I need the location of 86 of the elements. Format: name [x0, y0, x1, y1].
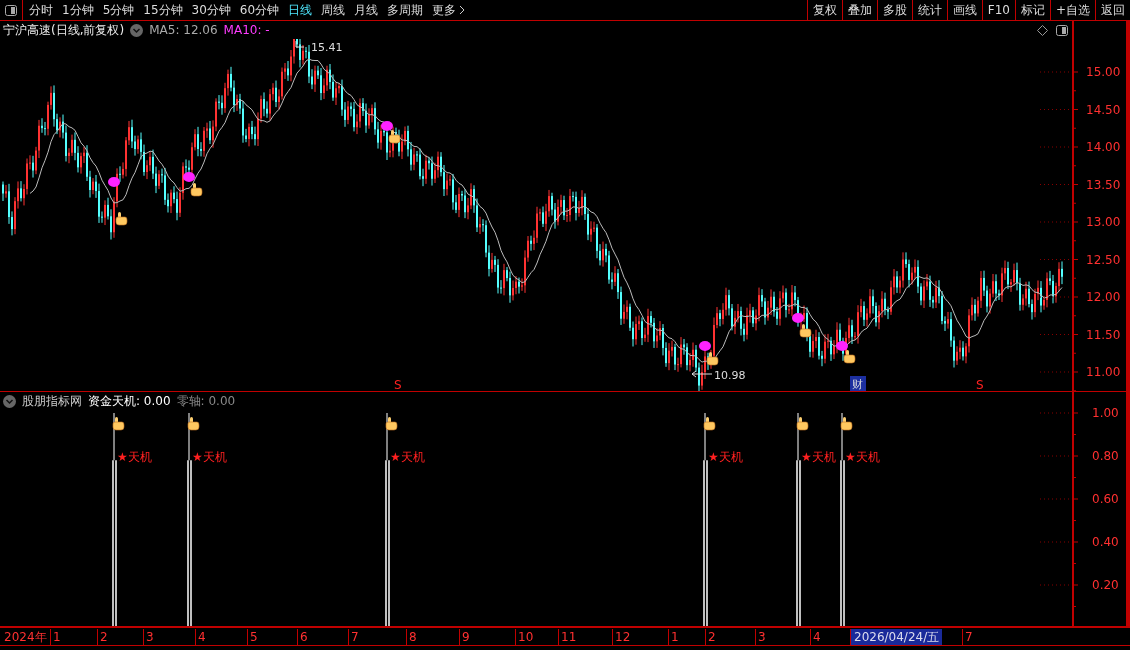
axis-label: 13.00 — [1086, 215, 1121, 229]
ma-value: MA5: 12.06 — [149, 23, 218, 37]
period-tab[interactable]: 5分钟 — [102, 1, 135, 19]
signal-label: ★天机 — [801, 450, 836, 464]
date-label: 5 — [247, 629, 258, 645]
axis-label: 0.20 — [1092, 578, 1119, 592]
signal-label: ★天机 — [845, 450, 880, 464]
period-tab[interactable]: 分时 — [29, 1, 53, 19]
axis-label: 0.60 — [1092, 492, 1119, 506]
date-label: 7 — [962, 629, 973, 645]
date-label: 2 — [97, 629, 108, 645]
signal-dot — [792, 313, 804, 323]
axis-label: 13.50 — [1086, 177, 1121, 192]
date-label: 6 — [297, 629, 308, 645]
period-tab[interactable]: 周线 — [321, 1, 346, 19]
period-tab[interactable]: 60分钟 — [239, 1, 280, 19]
price-label: 15.41 — [311, 41, 343, 54]
axis-label: 12.50 — [1086, 252, 1121, 267]
date-label: 3 — [755, 629, 766, 645]
signal-label: ★天机 — [390, 450, 425, 464]
axis-label: 12.00 — [1086, 290, 1121, 304]
indicator-value: 资金天机: 0.00 — [88, 392, 171, 410]
axis-label: 14.00 — [1086, 140, 1121, 154]
pointing-hand-icon — [115, 212, 128, 226]
date-label: 1 — [668, 629, 679, 645]
period-tab[interactable]: 多周期 — [387, 1, 424, 19]
axis-label: 0.80 — [1092, 449, 1119, 463]
axis-label: 14.50 — [1086, 102, 1121, 117]
chevron-icon — [459, 5, 466, 15]
finance-marker: 财 — [850, 376, 866, 391]
signal-dot — [381, 121, 393, 131]
date-label: 10 — [515, 629, 534, 645]
arrow-icon — [691, 370, 713, 378]
signal-label: ★天机 — [708, 450, 743, 464]
pointing-hand-icon — [190, 183, 203, 197]
date-label: 2024年 — [3, 629, 47, 645]
pointing-hand-icon — [843, 350, 856, 364]
pointing-hand-icon — [385, 417, 398, 431]
axis-label: 1.00 — [1092, 406, 1119, 420]
stock-title: 宁沪高速(日线,前复权) — [3, 21, 125, 39]
panel-icon[interactable] — [5, 4, 17, 16]
date-label: 9 — [459, 629, 470, 645]
date-cursor-label: 2026/04/24/五 — [850, 629, 943, 645]
date-label: 4 — [195, 629, 206, 645]
price-label: 10.98 — [714, 369, 746, 382]
pointing-hand-icon — [796, 417, 809, 431]
signal-label: ★天机 — [117, 450, 152, 464]
date-label: 3 — [143, 629, 154, 645]
period-tab[interactable]: 30分钟 — [191, 1, 231, 19]
pointing-hand-icon — [187, 417, 200, 431]
indicator-value: 零轴: 0.00 — [176, 392, 236, 410]
date-label: 4 — [810, 629, 821, 645]
axis-label: 0.40 — [1092, 535, 1119, 549]
axis-label: 15.00 — [1086, 65, 1121, 79]
pointing-hand-icon — [799, 324, 812, 338]
period-tab[interactable]: 更多 — [432, 1, 466, 19]
pointing-hand-icon — [703, 417, 716, 431]
date-label: 8 — [406, 629, 417, 645]
signal-label: ★天机 — [192, 450, 227, 464]
pointing-hand-icon — [706, 352, 719, 366]
period-tab[interactable]: 15分钟 — [143, 1, 183, 19]
pointing-hand-icon — [840, 417, 853, 431]
period-tab[interactable]: 日线 — [288, 1, 313, 19]
signal-dot — [108, 177, 120, 187]
date-label: 11 — [558, 629, 577, 645]
dropdown-icon[interactable] — [130, 23, 144, 37]
ma-value: MA10: - — [223, 23, 270, 37]
diamond-icon[interactable] — [1037, 24, 1048, 36]
signal-dot — [183, 172, 195, 182]
pointing-hand-icon — [112, 417, 125, 431]
signal-dot — [699, 341, 711, 351]
signal-marker: S — [394, 378, 402, 391]
axis-label: 11.00 — [1086, 365, 1121, 379]
period-tab[interactable]: 1分钟 — [62, 1, 94, 19]
panel-icon[interactable] — [1056, 24, 1068, 36]
axis-label: 11.50 — [1086, 327, 1121, 342]
dropdown-icon[interactable] — [3, 394, 16, 408]
date-label: 7 — [348, 629, 359, 645]
pointing-hand-icon — [388, 130, 401, 144]
indicator-title: 股朋指标网 — [22, 392, 82, 410]
date-label: 12 — [612, 629, 631, 645]
period-tab[interactable]: 月线 — [354, 1, 379, 19]
date-label: 2 — [705, 629, 716, 645]
signal-dot — [836, 341, 848, 351]
date-label: 1 — [50, 629, 61, 645]
signal-marker: S — [976, 378, 984, 391]
